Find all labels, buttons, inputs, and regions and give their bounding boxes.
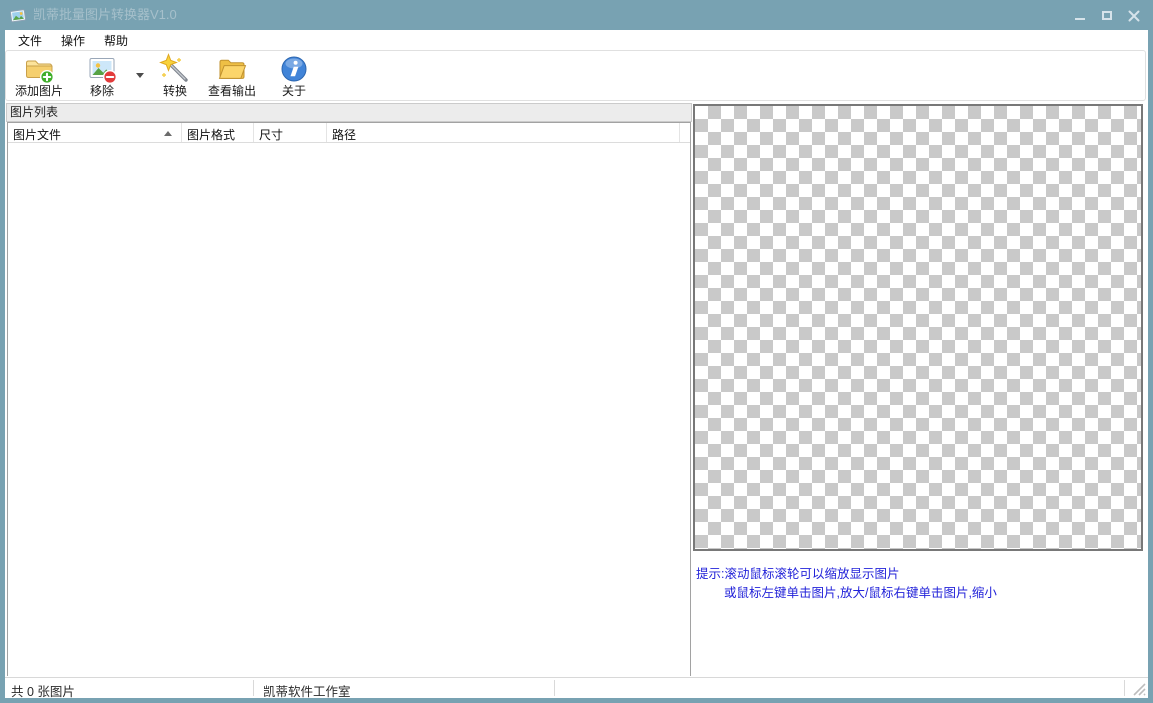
remove-options-dropdown[interactable] xyxy=(132,68,148,82)
sort-ascending-icon xyxy=(164,131,172,136)
open-folder-icon xyxy=(216,53,248,85)
add-images-button[interactable]: 添加图片 xyxy=(10,53,68,99)
toolbar: 添加图片 移除 转换 查看输出 关于 xyxy=(5,50,1146,101)
menu-operation[interactable]: 操作 xyxy=(54,30,92,51)
view-output-button[interactable]: 查看输出 xyxy=(203,53,261,99)
minimize-button[interactable] xyxy=(1074,9,1087,22)
image-count-status: 共 0 张图片 xyxy=(11,685,75,699)
add-image-folder-icon xyxy=(23,53,55,85)
statusbar-separator xyxy=(554,680,555,696)
column-header-image-file[interactable]: 图片文件 xyxy=(8,123,182,142)
hint-line-2: 或鼠标左键单击图片,放大/鼠标右键单击图片,缩小 xyxy=(724,586,997,600)
magic-wand-icon xyxy=(159,53,191,85)
convert-button[interactable]: 转换 xyxy=(153,53,197,99)
image-list-caption: 图片列表 xyxy=(6,103,692,122)
preview-hints: 提示:滚动鼠标滚轮可以缩放显示图片 或鼠标左键单击图片,放大/鼠标右键单击图片,… xyxy=(696,565,1148,603)
app-icon xyxy=(9,7,27,24)
status-bar: 共 0 张图片 凯蒂软件工作室 xyxy=(5,677,1148,699)
statusbar-separator xyxy=(253,680,254,696)
remove-label: 移除 xyxy=(89,84,114,98)
column-header-path[interactable]: 路径 xyxy=(327,123,680,142)
column-header-image-format[interactable]: 图片格式 xyxy=(182,123,254,142)
about-button[interactable]: 关于 xyxy=(273,53,315,99)
app-window: 凯蒂批量图片转换器V1.0 文件 操作 帮助 添加图片 移除 转换 查看输出 关… xyxy=(0,0,1153,703)
menu-help[interactable]: 帮助 xyxy=(97,30,135,51)
remove-image-icon xyxy=(86,53,118,85)
minimize-icon xyxy=(1075,17,1085,20)
resize-grip-icon xyxy=(1133,683,1146,696)
title-bar[interactable]: 凯蒂批量图片转换器V1.0 xyxy=(0,0,1153,30)
menu-bar: 文件 操作 帮助 xyxy=(5,30,1148,50)
column-header-size[interactable]: 尺寸 xyxy=(254,123,327,142)
column-header-filler xyxy=(680,123,690,142)
statusbar-separator xyxy=(1124,680,1125,696)
maximize-button[interactable] xyxy=(1101,9,1114,22)
image-preview-area[interactable] xyxy=(693,104,1143,551)
studio-status: 凯蒂软件工作室 xyxy=(263,685,351,699)
close-icon xyxy=(1128,10,1140,21)
menu-file[interactable]: 文件 xyxy=(11,30,49,51)
window-title: 凯蒂批量图片转换器V1.0 xyxy=(33,7,177,22)
image-list-table: 图片文件 图片格式 尺寸 路径 xyxy=(7,122,691,676)
image-list-body[interactable] xyxy=(8,143,690,676)
view-output-label: 查看输出 xyxy=(207,84,256,98)
info-icon xyxy=(278,53,310,85)
client-area: 文件 操作 帮助 添加图片 移除 转换 查看输出 关于 图片列表 图片文件 图片… xyxy=(5,30,1148,699)
about-label: 关于 xyxy=(281,84,306,98)
remove-button[interactable]: 移除 xyxy=(79,53,125,99)
convert-label: 转换 xyxy=(162,84,187,98)
hint-line-1: 提示:滚动鼠标滚轮可以缩放显示图片 xyxy=(696,567,900,581)
chevron-down-icon xyxy=(136,72,144,78)
close-button[interactable] xyxy=(1128,9,1141,22)
image-list-header: 图片文件 图片格式 尺寸 路径 xyxy=(8,123,690,143)
maximize-icon xyxy=(1102,10,1112,20)
resize-grip[interactable] xyxy=(1132,682,1146,696)
add-images-label: 添加图片 xyxy=(14,84,63,98)
